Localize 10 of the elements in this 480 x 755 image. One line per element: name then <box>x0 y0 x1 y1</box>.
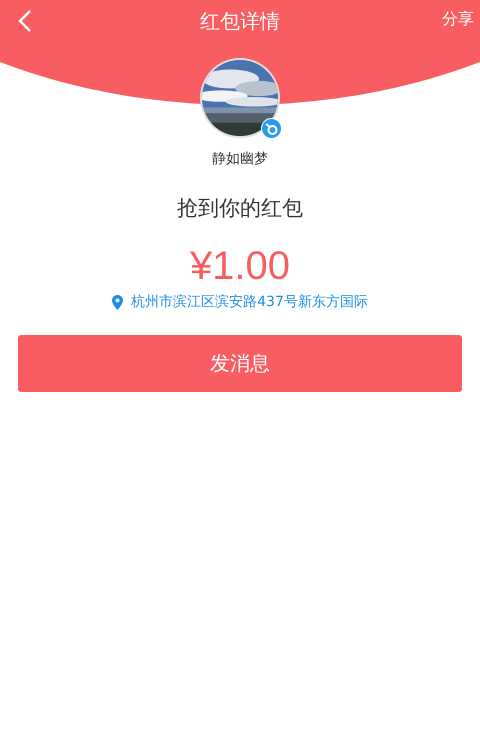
amount-text: ¥1.00 <box>190 244 290 289</box>
send-message-button[interactable]: 发消息 <box>18 335 462 392</box>
user-name: 静如幽梦 <box>212 150 268 168</box>
location-pin-icon <box>112 294 124 310</box>
share-button[interactable]: 分享 <box>442 9 474 30</box>
message-text: 抢到你的红包 <box>177 195 303 222</box>
back-icon <box>18 9 32 33</box>
badge-icon <box>261 118 282 139</box>
page-title: 红包详情 <box>200 8 280 34</box>
location-text: 杭州市滨江区滨安路437号新东方国际 <box>131 293 368 311</box>
